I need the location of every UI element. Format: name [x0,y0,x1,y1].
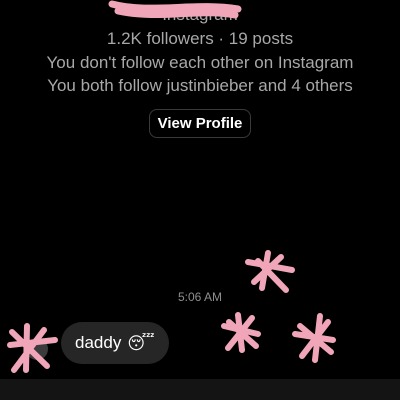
mutual-follows-text: You both follow justinbieber and 4 other… [47,76,353,95]
star-doodle-1 [245,250,295,293]
star-doodle-3 [292,313,336,363]
message-text: daddy [75,333,122,352]
composer-bar [0,379,400,400]
profile-subtitle: Instagram [162,5,238,24]
message-bubble[interactable]: daddy 😴 [61,322,169,364]
follow-status-text: You don't follow each other on Instagram [46,53,354,72]
view-profile-button[interactable]: View Profile [149,109,251,138]
sleeping-face-emoji-icon: 😴 [127,333,155,353]
message-timestamp: 5:06 AM [177,290,223,304]
profile-stats: 1.2K followers · 19 posts [106,29,294,48]
sender-avatar[interactable] [26,338,48,360]
star-doodle-2 [221,312,261,353]
